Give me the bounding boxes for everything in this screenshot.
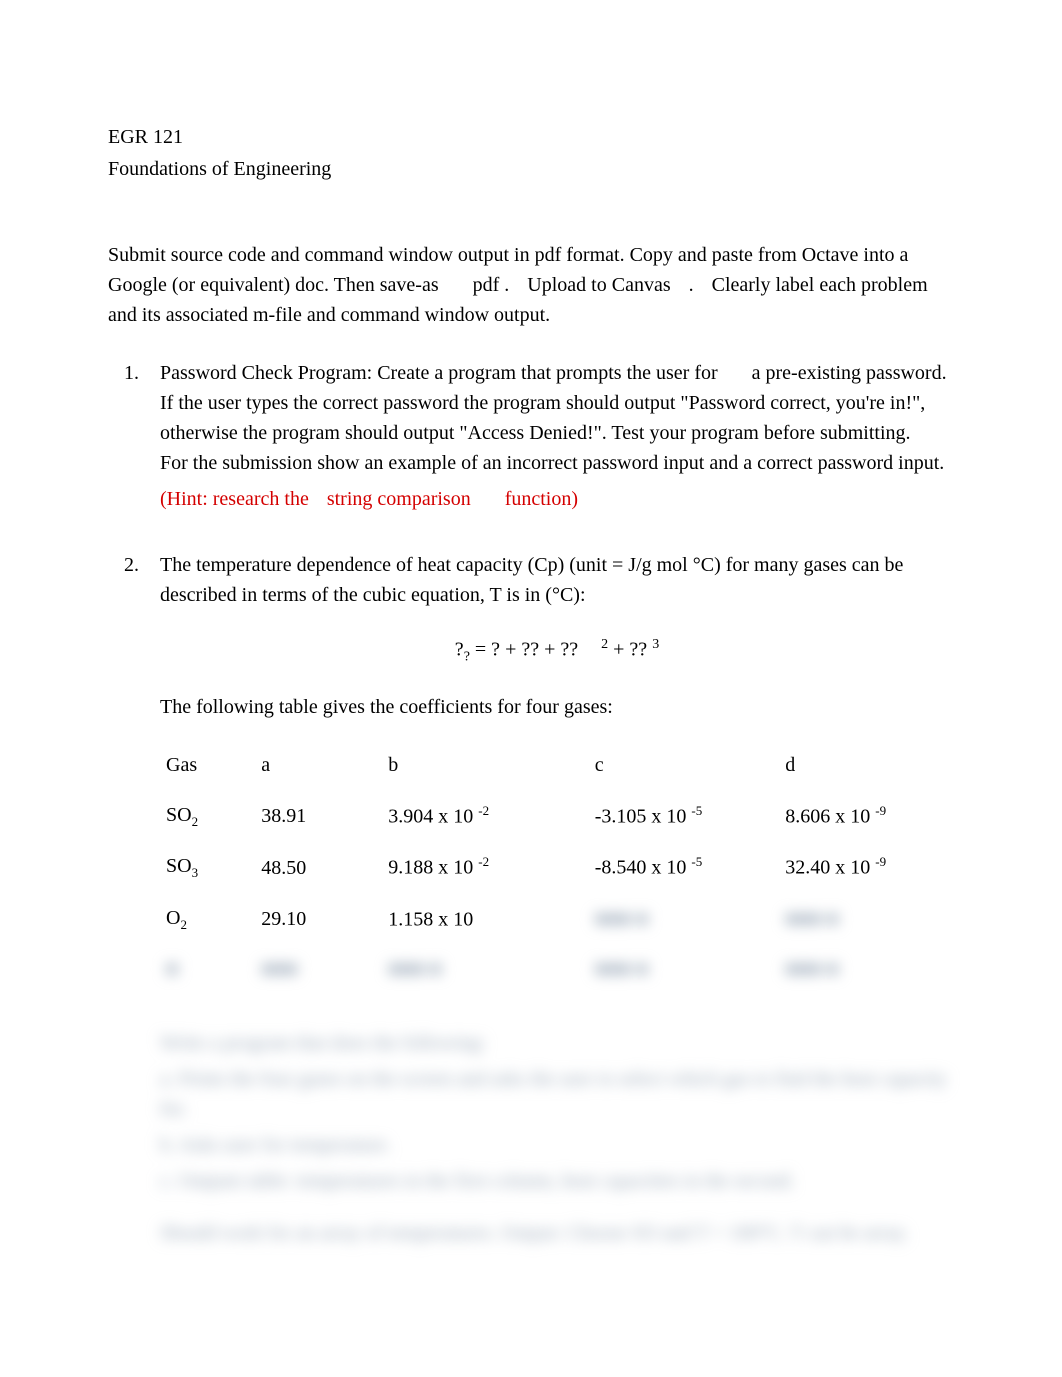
p1-body-c: For the submission show an example of an…: [160, 452, 944, 474]
eq-rhs-1: = ? + ?? + ??: [470, 639, 583, 661]
table-row: O2 29.10 1.158 x 10 ■■■ ■ ■■■ ■: [160, 893, 954, 945]
table-row: SO3 48.50 9.188 x 10 -2 -8.540 x 10 -5 3…: [160, 841, 954, 893]
intro-paragraph: Submit source code and command window ou…: [108, 240, 954, 330]
table-row: ■ ■■■ ■■■ ■ ■■■ ■ ■■■ ■: [160, 944, 954, 994]
mantissa: 3.904 x 10: [388, 805, 473, 827]
eq-exp3: 3: [652, 637, 659, 652]
blurred-line: b. Asks user for temperature.: [160, 1130, 954, 1160]
equation: ?? = ? + ?? + ?? 2 + ?? 3: [160, 634, 954, 668]
eq-lhs-base: ?: [455, 639, 464, 661]
cell-a: 48.50: [255, 841, 382, 893]
gas-base: O: [166, 907, 180, 929]
gas-sub: 2: [180, 917, 187, 932]
coefficients-table: Gas a b c d SO2 38.91 3.904 x 10 -2 -3.1…: [160, 740, 954, 995]
blurred-cell: ■■■ ■: [589, 944, 780, 994]
problem-2: 2. The temperature dependence of heat ca…: [160, 550, 954, 1248]
cell-gas: O2: [160, 893, 255, 945]
cell-gas: SO2: [160, 790, 255, 842]
mantissa: -8.540 x 10: [595, 857, 687, 879]
mantissa: 1.158 x 10: [388, 908, 473, 930]
table-intro: The following table gives the coefficien…: [160, 692, 954, 722]
mantissa: 32.40 x 10: [785, 857, 870, 879]
blurred-cell: ■■■: [255, 944, 382, 994]
problem-list: 1. Password Check Program: Create a prog…: [108, 358, 954, 1248]
hint-prefix: (Hint: research the: [160, 488, 309, 510]
blurred-line: Should work for an array of temperatures…: [160, 1218, 954, 1248]
th-b: b: [382, 740, 588, 790]
hint-line: (Hint: research the string comparison func…: [160, 484, 954, 514]
cell-b: 1.158 x 10: [382, 893, 588, 945]
mantissa: 9.188 x 10: [388, 857, 473, 879]
mantissa: 8.606 x 10: [785, 805, 870, 827]
gas-base: SO: [166, 855, 192, 877]
blurred-cell: ■■■ ■: [595, 908, 648, 930]
gas-sub: 2: [192, 814, 199, 829]
course-title: Foundations of Engineering: [108, 154, 954, 184]
blurred-line: a. Prints the four gases on the screen a…: [160, 1064, 954, 1124]
exponent: -5: [691, 803, 702, 818]
cell-a: 29.10: [255, 893, 382, 945]
blurred-cell: ■■■ ■: [785, 908, 838, 930]
exponent: -9: [875, 803, 886, 818]
gas-base: SO: [166, 804, 192, 826]
table-header-row: Gas a b c d: [160, 740, 954, 790]
problem-1: 1. Password Check Program: Create a prog…: [160, 358, 954, 514]
table-row: SO2 38.91 3.904 x 10 -2 -3.105 x 10 -5 8…: [160, 790, 954, 842]
cell-b: 9.188 x 10 -2: [382, 841, 588, 893]
cell-a: 38.91: [255, 790, 382, 842]
eq-rhs-2: + ??: [608, 639, 652, 661]
blurred-line: c. Outputs table: temperatures in the fi…: [160, 1166, 954, 1196]
blurred-line: Write a program that does the following:: [160, 1028, 954, 1058]
th-d: d: [779, 740, 954, 790]
course-code: EGR 121: [108, 122, 954, 152]
blurred-cell: ■■■ ■: [382, 944, 588, 994]
exponent: -2: [478, 854, 489, 869]
cell-b: 3.904 x 10 -2: [382, 790, 588, 842]
exponent: -9: [875, 854, 886, 869]
cell-c: -8.540 x 10 -5: [589, 841, 780, 893]
hint-suffix: function): [505, 488, 578, 510]
intro-upload: Upload to Canvas: [527, 274, 670, 296]
gas-sub: 3: [192, 865, 199, 880]
p2-body: The temperature dependence of heat capac…: [160, 550, 954, 610]
mantissa: -3.105 x 10: [595, 805, 687, 827]
cell-d: 32.40 x 10 -9: [779, 841, 954, 893]
intro-period: .: [689, 274, 694, 296]
problem-number: 1.: [124, 358, 139, 388]
blurred-cell: ■: [160, 944, 255, 994]
th-a: a: [255, 740, 382, 790]
exponent: -5: [691, 854, 702, 869]
blurred-cell: ■■■ ■: [779, 944, 954, 994]
th-c: c: [589, 740, 780, 790]
cell-d: 8.606 x 10 -9: [779, 790, 954, 842]
hint-mid: string comparison: [327, 488, 471, 510]
th-gas: Gas: [160, 740, 255, 790]
cell-c: ■■■ ■: [589, 893, 780, 945]
cell-d: ■■■ ■: [779, 893, 954, 945]
cell-c: -3.105 x 10 -5: [589, 790, 780, 842]
problem-number: 2.: [124, 550, 139, 580]
exponent: -2: [478, 803, 489, 818]
cell-gas: SO3: [160, 841, 255, 893]
p1-body-a: Password Check Program: Create a program…: [160, 362, 718, 384]
blurred-instructions: Write a program that does the following:…: [160, 1028, 954, 1248]
intro-pdf: pdf .: [473, 274, 510, 296]
